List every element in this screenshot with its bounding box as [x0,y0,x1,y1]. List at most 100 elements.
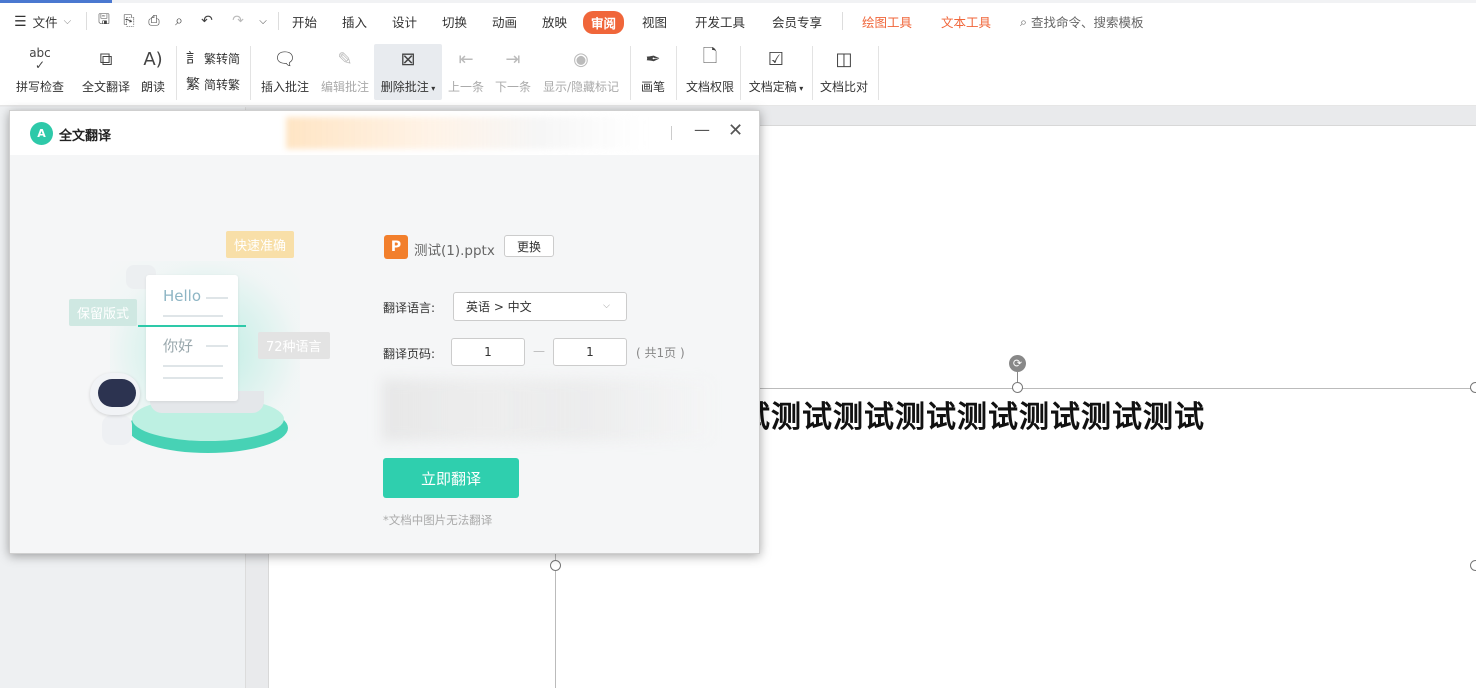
blurred-region [382,379,712,441]
divider [671,126,672,140]
full-translate-label: 全文翻译 [81,80,130,94]
divider [842,12,843,30]
resize-handle-right[interactable] [1470,560,1476,571]
tab-slideshow[interactable]: 放映 [542,12,567,31]
doc-permission-label: 文档权限 [685,80,734,94]
chevron-down-icon: ⌵ [63,16,72,27]
simp-to-trad-label: 简转繁 [204,77,241,92]
quick-access-more-icon[interactable]: ⌵ [256,11,270,31]
illustration-hello: Hello [163,287,202,305]
pptx-file-icon: P [384,235,408,259]
next-comment-button[interactable]: ⇥ 下一条 [493,44,533,100]
doc-check-icon: ☑ [767,48,785,70]
full-translate-button[interactable]: ⧉ 全文翻译 [80,44,132,100]
divider [878,46,879,100]
print-icon[interactable]: ⎙ [145,11,163,31]
trad-to-simp-label: 繁转简 [204,51,241,66]
file-name: 测试(1).pptx [414,243,495,259]
tab-animation[interactable]: 动画 [492,12,517,31]
trad-simp-icon: 訁 [186,51,200,67]
illustration-nihao: 你好 [163,337,194,355]
scroll-paper: Hello 你好 [138,275,246,401]
tab-home[interactable]: 开始 [292,12,317,31]
doc-finalize-button[interactable]: ☑ 文档定稿 ▾ [746,44,806,100]
dialog-header: A 全文翻译 — ✕ [10,111,759,155]
tab-review[interactable]: 审阅 [583,11,625,34]
insert-comment-button[interactable]: 🗨 插入批注 [258,44,312,100]
page-to-input[interactable]: 1 [553,338,627,366]
close-icon[interactable]: ✕ [728,120,743,141]
search-icon: ⌕ [1020,13,1028,29]
spellcheck-label: 拼写检查 [15,80,64,94]
read-aloud-button[interactable]: A) 朗读 [138,44,168,100]
translate-now-button[interactable]: 立即翻译 [383,458,519,498]
ribbon: abc ✓ 拼写检查 ⧉ 全文翻译 A) 朗读 訁 繁转简 繁 简转繁 🗨 插入批… [0,42,1476,106]
comment-delete-icon: ⊠ [400,48,416,70]
delete-comment-label: 删除批注 ▾ [380,80,436,94]
pen-button[interactable]: ✒ 画笔 [638,44,668,100]
simp-trad-icon: 繁 [186,77,200,93]
undo-icon[interactable]: ↶ [195,11,219,31]
tab-insert[interactable]: 插入 [342,12,367,31]
tab-design[interactable]: 设计 [392,12,417,31]
tab-drawing-tools[interactable]: 绘图工具 [862,12,912,31]
full-translate-dialog: A 全文翻译 — ✕ Hello 你好 快速准确 保留版式 72种语言 P 测试… [9,110,760,554]
translate-illustration: Hello 你好 快速准确 保留版式 72种语言 [50,211,350,471]
divider [86,12,87,30]
minimize-icon[interactable]: — [694,120,710,139]
translate-icon: ⧉ [99,48,113,70]
prev-icon: ⇤ [458,48,474,70]
bubble-keep-layout: 保留版式 [69,299,138,326]
doc-finalize-label: 文档定稿 ▾ [748,80,804,94]
command-search[interactable]: ⌕ 查找命令、搜索模板 [1020,12,1144,31]
tab-view[interactable]: 视图 [642,12,667,31]
change-file-button[interactable]: 更换 [504,235,554,257]
resize-handle-bottom-left[interactable] [550,560,561,571]
tab-text-tools[interactable]: 文本工具 [941,12,991,31]
pen-label: 画笔 [640,80,665,94]
spellcheck-button[interactable]: abc ✓ 拼写检查 [10,44,70,100]
save-icon[interactable]: 🖫 [95,11,113,31]
trad-to-simp-button[interactable]: 訁 繁转简 [186,48,240,68]
edit-comment-button[interactable]: ✎ 编辑批注 [318,44,372,100]
doc-lock-icon: 🗋 [702,46,718,67]
doc-compare-button[interactable]: ◫ 文档比对 [818,44,870,100]
slide-text-box[interactable]: 试测试测试测试测试测试测试测试 [740,392,1205,436]
comment-add-icon: 🗨 [273,48,297,70]
page-total: ( 共1页 ) [636,346,685,360]
translate-language-value: 英语 > 中文 [466,300,532,314]
print-preview-icon[interactable]: ⌕ [170,11,188,31]
doc-compare-label: 文档比对 [819,80,868,94]
robot-body [102,415,132,445]
dialog-title: 全文翻译 [59,129,112,144]
prev-comment-button[interactable]: ⇤ 上一条 [446,44,486,100]
tab-transition[interactable]: 切换 [442,12,467,31]
divider [630,46,631,100]
rotate-handle-icon[interactable]: ⟳ [1009,355,1026,372]
read-aloud-label: 朗读 [140,80,165,94]
comment-edit-icon: ✎ [337,48,353,70]
resize-handle-top-right[interactable] [1470,382,1476,393]
delete-comment-button[interactable]: ⊠ 删除批注 ▾ [374,44,442,100]
tab-member[interactable]: 会员专享 [772,12,822,31]
eye-icon: ◉ [573,48,589,70]
file-menu[interactable]: ☰ 文件 ⌵ [14,12,71,31]
page-from-input[interactable]: 1 [451,338,525,366]
divider [176,46,177,100]
scroll-divider [138,325,246,327]
export-pdf-icon[interactable]: ⎘ [120,11,138,31]
translate-language-select[interactable]: 英语 > 中文 ⌵ [453,292,627,321]
menu-bar: ☰ 文件 ⌵ 🖫 ⎘ ⎙ ⌕ ↶ ↷ ⌵ 开始 插入 设计 切换 动画 放映 审… [0,0,1476,42]
redo-icon[interactable]: ↷ [229,11,247,31]
chevron-down-icon: ⌵ [603,301,610,311]
bubble-fast-accurate: 快速准确 [226,231,295,258]
show-hide-marks-button[interactable]: ◉ 显示/隐藏标记 [540,44,622,100]
selection-border-top [760,388,1476,389]
divider [250,46,251,100]
tab-developer[interactable]: 开发工具 [695,12,745,31]
spellcheck-icon: abc ✓ [29,46,51,72]
translate-logo-icon: A [30,122,53,145]
simp-to-trad-button[interactable]: 繁 简转繁 [186,74,240,94]
divider [812,46,813,100]
doc-permission-button[interactable]: 🗋 文档权限 [684,44,736,100]
